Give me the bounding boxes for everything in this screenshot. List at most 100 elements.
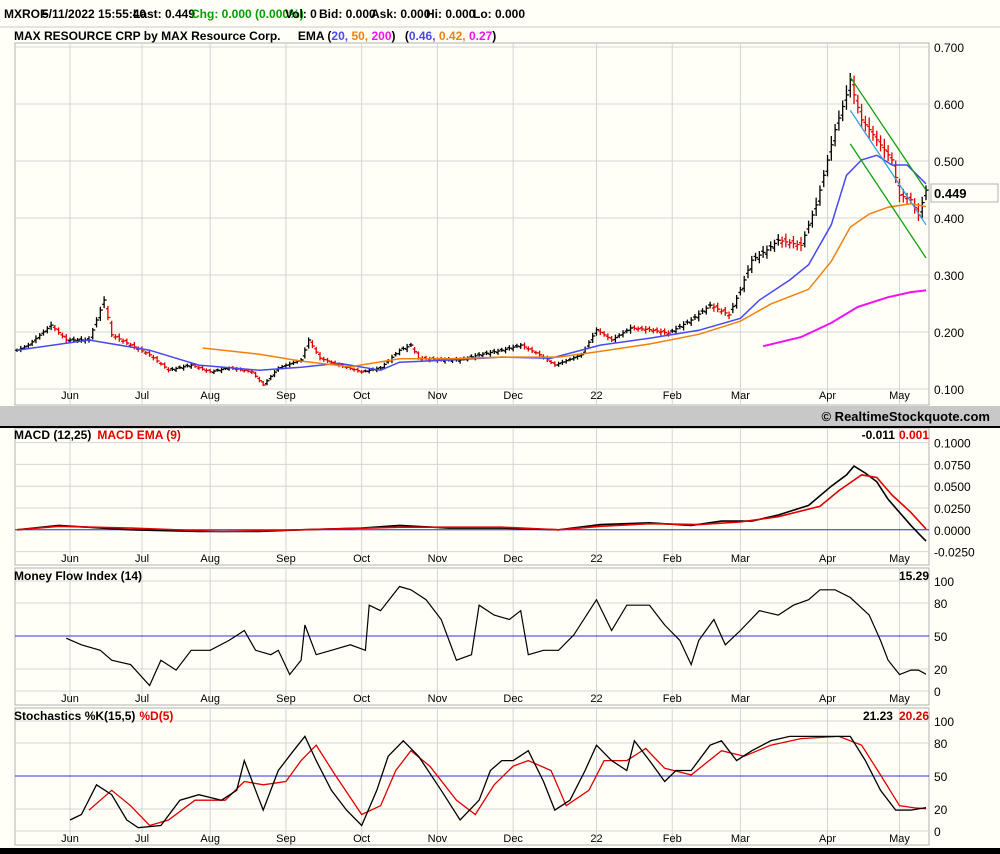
price-month-label: Mar [731,390,750,402]
price-month-label: Sep [276,390,296,402]
macd-month-label: Dec [503,553,523,565]
ema50-value: 0.42, [439,29,466,43]
stoch-month-label: Apr [819,833,836,845]
price-month-label: Oct [353,390,370,402]
symbol: MXROF [4,7,47,21]
price-month-label: May [889,390,910,402]
macd-last: -0.011 [862,428,896,442]
price-month-label: Aug [200,390,220,402]
mfi-month-label: May [889,693,910,705]
price-y-tick-label: 0.700 [934,41,964,55]
ema50-period: 50, [351,29,368,43]
mfi-y-tick-label: 20 [934,663,948,677]
ema20-value: 0.46, [409,29,436,43]
stoch-d-label: %D(5) [139,709,173,723]
mfi-title: Money Flow Index (14) [14,569,142,583]
stoch-month-label: Sep [276,833,296,845]
stoch-y-tick-label: 0 [934,825,941,839]
stock-chart: MXROF 5/11/2022 15:55:40 Last: 0.449 Chg… [0,0,1000,854]
macd-month-label: Sep [276,553,296,565]
price-y-tick-label: 0.200 [934,326,964,340]
stoch-month-label: Nov [428,833,448,845]
mfi-month-label: Jun [61,693,79,705]
stoch-k-label: Stochastics %K(15,5) [14,709,135,723]
mfi-month-label: Aug [200,693,220,705]
macd-plot-frame [14,427,930,566]
stoch-month-label: Jun [61,833,79,845]
mfi-y-tick-label: 50 [934,630,948,644]
price-month-label: Feb [663,390,682,402]
ema200-value: 0.27 [469,29,493,43]
macd-y-tick-label: 0.0500 [934,480,971,494]
macd-month-label: Aug [200,553,220,565]
mfi-y-tick-label: 0 [934,685,941,699]
mfi-month-label: Oct [353,693,370,705]
stoch-month-label: Oct [353,833,370,845]
stoch-month-label: May [889,833,910,845]
ema20-period: 20, [331,29,348,43]
macd-month-label: Feb [663,553,682,565]
price-y-tick-label: 0.600 [934,98,964,112]
copyright-text[interactable]: © RealtimeStockquote.com [821,409,990,424]
macd-label: MACD (12,25) [14,428,91,442]
volume: Vol: 0 [285,7,317,21]
security-name: MAX RESOURCE CRP by MAX Resource Corp. [14,29,281,43]
macd-y-tick-label: 0.1000 [934,437,971,451]
mfi-last: 15.29 [899,569,929,583]
stoch-month-label: Dec [503,833,523,845]
stoch-k-last: 21.23 [863,709,893,723]
mfi-y-tick-label: 100 [934,575,954,589]
stoch-title: Stochastics %K(15,5) %D(5) [14,709,173,723]
last-price-label: 0.449 [934,186,967,201]
quote-datetime: 5/11/2022 15:55:40 [42,7,146,21]
stoch-month-label: Aug [200,833,220,845]
price-month-label: Apr [819,390,836,402]
macd-signal-last: 0.001 [899,428,929,442]
quote-header: MXROF 5/11/2022 15:55:40 Last: 0.449 Chg… [4,7,525,21]
high: Hi: 0.000 [426,7,476,21]
mfi-month-label: Nov [428,693,448,705]
stoch-month-label: Jul [135,833,149,845]
price-month-label: Jun [61,390,79,402]
mfi-month-label: Feb [663,693,682,705]
stoch-month-label: 22 [590,833,602,845]
mfi-month-label: Mar [731,693,750,705]
ask: Ask: 0.000 [371,7,431,21]
price-y-tick-label: 0.100 [934,383,964,397]
price-y-tick-label: 0.400 [934,212,964,226]
price-month-label: 22 [590,390,602,402]
macd-month-label: 22 [590,553,602,565]
macd-signal-label: MACD EMA (9) [97,428,181,442]
mfi-month-label: Jul [135,693,149,705]
price-month-label: Dec [503,390,523,402]
macd-y-tick-label: 0.0250 [934,502,971,516]
price-y-tick-label: 0.500 [934,155,964,169]
macd-month-label: Oct [353,553,370,565]
stoch-month-label: Feb [663,833,682,845]
price-month-label: Jul [135,390,149,402]
price-y-tick-label: 0.300 [934,269,964,283]
price-month-label: Nov [428,390,448,402]
ema-label-close: ) [392,29,396,43]
macd-month-label: May [889,553,910,565]
macd-month-label: Nov [428,553,448,565]
macd-y-tick-label: -0.0250 [934,546,975,560]
macd-y-tick-label: 0.0750 [934,458,971,472]
macd-month-label: Mar [731,553,750,565]
bid: Bid: 0.000 [319,7,376,21]
stoch-d-last: 20.26 [899,709,929,723]
macd-y-tick-label: 0.0000 [934,524,971,538]
stoch-month-label: Mar [731,833,750,845]
stoch-y-tick-label: 80 [934,737,948,751]
low: Lo: 0.000 [473,7,525,21]
mfi-month-label: Apr [819,693,836,705]
price-panel-title: MAX RESOURCE CRP by MAX Resource Corp. E… [14,29,496,43]
ema-values-close: ) [492,29,496,43]
mfi-y-tick-label: 80 [934,597,948,611]
ema200-period: 200 [371,29,391,43]
mfi-month-label: Dec [503,693,523,705]
ema-label: EMA ( [298,29,332,43]
mfi-month-label: 22 [590,693,602,705]
macd-month-label: Jun [61,553,79,565]
bottom-bar [0,848,1000,854]
